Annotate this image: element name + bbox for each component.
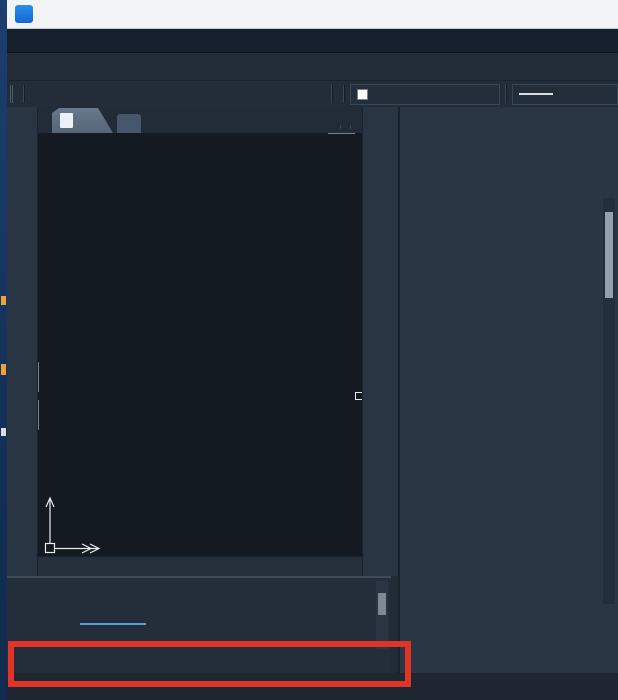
panel-scrollbar[interactable]: [603, 198, 615, 604]
application-window: [7, 0, 618, 700]
desktop-edge: [0, 0, 7, 700]
scrollbar-thumb[interactable]: [605, 212, 613, 298]
command-scrollbar[interactable]: [376, 581, 388, 649]
drawing-canvas[interactable]: [38, 133, 362, 556]
selection-row: [410, 142, 608, 164]
layer-toolbar: [7, 80, 618, 107]
scrollbar-thumb[interactable]: [378, 593, 386, 615]
toolbar-separator: [23, 85, 25, 103]
dwg-file-icon: [60, 113, 73, 128]
menu-bar: [7, 29, 618, 52]
document-tab-bar: [38, 107, 362, 133]
tab-scroll-buttons: [340, 125, 359, 129]
desktop-icon-fragment: [1, 296, 6, 305]
modify-toolbar: [362, 107, 398, 576]
linetype-control[interactable]: [512, 84, 618, 105]
scroll-tabs-right-icon[interactable]: [350, 125, 359, 129]
toolbar-separator: [331, 85, 333, 103]
toolbar-separator: [343, 85, 345, 103]
app-logo-icon: [15, 5, 33, 23]
standard-toolbar: [7, 52, 618, 80]
title-bar: [7, 0, 618, 29]
new-tab-icon[interactable]: [117, 114, 141, 133]
properties-header: [400, 107, 618, 135]
document-tab[interactable]: [52, 108, 113, 133]
selection-dropdown[interactable]: [410, 142, 536, 164]
crosshair-cursor: [38, 133, 362, 430]
draw-toolbar: [7, 107, 38, 576]
desktop-icon-fragment: [1, 428, 6, 436]
document-area: [38, 107, 362, 576]
scroll-tabs-left-icon[interactable]: [340, 125, 349, 129]
linetype-sample: [519, 93, 553, 95]
autocomplete-popup: [80, 623, 146, 625]
annotation-highlight: [8, 641, 411, 687]
ucs-icon: [46, 498, 100, 553]
properties-panel: [398, 107, 618, 673]
toolbar-separator: [505, 85, 507, 103]
toolbar-grip[interactable]: [10, 85, 13, 103]
color-control[interactable]: [350, 84, 500, 105]
color-swatch: [357, 89, 368, 100]
desktop-icon-fragment: [1, 364, 6, 375]
layout-tab-bar: [38, 556, 362, 576]
